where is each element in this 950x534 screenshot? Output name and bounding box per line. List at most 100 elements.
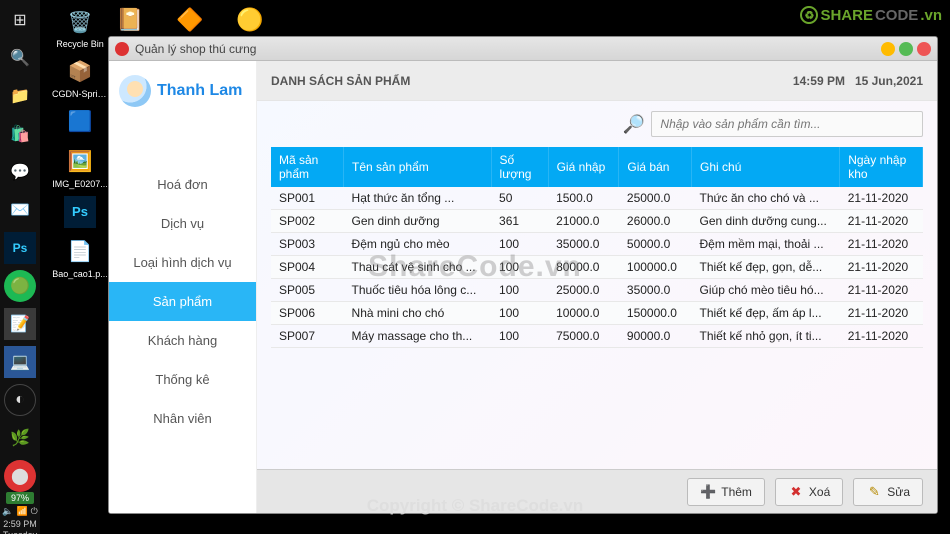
- desktop-icon-5[interactable]: 📄Bao_cao1.p...: [52, 234, 108, 282]
- sidebar-item-4[interactable]: Khách hàng: [109, 321, 256, 360]
- sidebar-item-5[interactable]: Thống kê: [109, 360, 256, 399]
- tray-icon-0[interactable]: 🔈: [2, 506, 13, 517]
- cell: 21-11-2020: [840, 210, 923, 233]
- tray-icon-1[interactable]: 📶: [16, 506, 27, 517]
- taskbar-item-11[interactable]: 🌿: [4, 422, 36, 454]
- titlebar[interactable]: Quản lý shop thú cưng: [109, 37, 937, 61]
- battery-indicator[interactable]: 97%: [6, 492, 34, 504]
- cell: SP007: [271, 325, 344, 348]
- col-header-0[interactable]: Mã sản phẩm: [271, 147, 344, 187]
- sidebar-item-6[interactable]: Nhân viên: [109, 399, 256, 438]
- taskbar-item-1[interactable]: 🔍: [4, 42, 36, 74]
- cell: Gen dinh dưỡng cung...: [692, 210, 840, 233]
- edit-icon: ✎: [866, 484, 882, 500]
- cell: 100: [491, 233, 548, 256]
- taskbar-item-10[interactable]: ◐: [4, 384, 36, 416]
- header-date: 15 Jun,2021: [855, 74, 923, 88]
- page-title: DANH SÁCH SẢN PHẨM: [271, 74, 410, 88]
- cell: Thức ăn cho chó và ...: [692, 187, 840, 210]
- maximize-button[interactable]: [899, 42, 913, 56]
- delete-button[interactable]: ✖ Xoá: [775, 478, 843, 506]
- desktop-top-icon-0[interactable]: 📔: [114, 4, 146, 36]
- desktop-icon-3[interactable]: 🖼️IMG_E0207...: [52, 144, 108, 192]
- desktop-icon-0[interactable]: 🗑️Recycle Bin: [52, 4, 108, 52]
- taskbar-item-0[interactable]: ⊞: [4, 4, 36, 36]
- delete-icon: ✖: [788, 484, 804, 500]
- file-icon: 🗑️: [64, 6, 96, 38]
- cell: Máy massage cho th...: [344, 325, 492, 348]
- cell: 80000.0: [548, 256, 619, 279]
- taskbar-item-7[interactable]: 🟢: [4, 270, 36, 302]
- cell: Nhà mini cho chó: [344, 302, 492, 325]
- tray-icon-2[interactable]: ⏻: [31, 506, 38, 517]
- close-button[interactable]: [917, 42, 931, 56]
- cell: 100: [491, 279, 548, 302]
- sidebar-item-1[interactable]: Dịch vụ: [109, 204, 256, 243]
- avatar: [119, 75, 151, 107]
- taskbar-item-8[interactable]: 📝: [4, 308, 36, 340]
- table-row[interactable]: SP007Máy massage cho th...10075000.09000…: [271, 325, 923, 348]
- cell: 75000.0: [548, 325, 619, 348]
- col-header-5[interactable]: Ghi chú: [692, 147, 840, 187]
- col-header-6[interactable]: Ngày nhập kho: [840, 147, 923, 187]
- cell: 21-11-2020: [840, 233, 923, 256]
- sidebar-item-0[interactable]: Hoá đơn: [109, 165, 256, 204]
- file-icon: 🖼️: [64, 146, 96, 178]
- add-label: Thêm: [721, 485, 752, 499]
- col-header-2[interactable]: Số lượng: [491, 147, 548, 187]
- sidebar-item-3[interactable]: Sản phẩm: [109, 282, 256, 321]
- table-row[interactable]: SP001Hạt thức ăn tổng ...501500.025000.0…: [271, 187, 923, 210]
- desktop-icon-1[interactable]: 📦CGDN-Sprin...: [52, 54, 108, 102]
- cell: Đệm mềm mại, thoải ...: [692, 233, 840, 256]
- desktop-icon-2[interactable]: 🟦: [52, 104, 108, 142]
- desktop-top-icon-2[interactable]: 🟡: [234, 4, 266, 36]
- table-row[interactable]: SP002Gen dinh dưỡng36121000.026000.0Gen …: [271, 210, 923, 233]
- table-row[interactable]: SP003Đệm ngủ cho mèo10035000.050000.0Đệm…: [271, 233, 923, 256]
- taskbar-item-12[interactable]: ⬤: [4, 460, 36, 492]
- cell: Thiết kế đẹp, ấm áp l...: [692, 302, 840, 325]
- file-icon: 📦: [64, 56, 96, 88]
- app-window: Quản lý shop thú cưng Thanh Lam Hoá đơnD…: [108, 36, 938, 514]
- table-row[interactable]: SP006Nhà mini cho chó10010000.0150000.0T…: [271, 302, 923, 325]
- app-icon: 🔶: [174, 4, 206, 36]
- watermark-top-right: ♻ SHARECODE.vn: [800, 6, 942, 24]
- cell: 100: [491, 325, 548, 348]
- col-header-4[interactable]: Giá bán: [619, 147, 692, 187]
- taskbar-item-4[interactable]: 💬: [4, 156, 36, 188]
- edit-button[interactable]: ✎ Sửa: [853, 478, 923, 506]
- desktop-top-icon-1[interactable]: 🔶: [174, 4, 206, 36]
- cell: 50000.0: [619, 233, 692, 256]
- cell: SP003: [271, 233, 344, 256]
- cell: Gen dinh dưỡng: [344, 210, 492, 233]
- col-header-3[interactable]: Giá nhập: [548, 147, 619, 187]
- products-table: Mã sản phẩmTên sản phẩmSố lượngGiá nhậpG…: [271, 147, 923, 348]
- desktop-icon-4[interactable]: Ps: [52, 194, 108, 232]
- taskbar-item-9[interactable]: 💻: [4, 346, 36, 378]
- minimize-button[interactable]: [881, 42, 895, 56]
- cell: Thiết kế nhỏ gọn, ít ti...: [692, 325, 840, 348]
- table-row[interactable]: SP004Thau cát vệ sinh cho ...10080000.01…: [271, 256, 923, 279]
- cell: 21-11-2020: [840, 279, 923, 302]
- taskbar-item-5[interactable]: ✉️: [4, 194, 36, 226]
- taskbar-item-6[interactable]: Ps: [4, 232, 36, 264]
- cell: 26000.0: [619, 210, 692, 233]
- cell: SP002: [271, 210, 344, 233]
- col-header-1[interactable]: Tên sản phẩm: [344, 147, 492, 187]
- cell: 150000.0: [619, 302, 692, 325]
- cell: 21-11-2020: [840, 325, 923, 348]
- main-panel: DANH SÁCH SẢN PHẨM 14:59 PM 15 Jun,2021 …: [257, 61, 937, 513]
- brand-name: Thanh Lam: [157, 82, 242, 100]
- table-row[interactable]: SP005Thuốc tiêu hóa lông c...10025000.03…: [271, 279, 923, 302]
- taskbar-clock[interactable]: 2:59 PM Tuesday 6/15/2021: [0, 519, 40, 534]
- app-icon: 🟡: [234, 4, 266, 36]
- sidebar-item-2[interactable]: Loại hình dịch vụ: [109, 243, 256, 282]
- cell: 100000.0: [619, 256, 692, 279]
- taskbar: ⊞ 🔍 📁 🛍️ 💬 ✉️ Ps 🟢 📝 💻 ◐ 🌿 ⬤ 97% 🔈📶 ⏻ 2:59 PM Tuesday…: [0, 0, 40, 534]
- clock-day: Tuesday: [0, 530, 40, 534]
- cell: Hạt thức ăn tổng ...: [344, 187, 492, 210]
- taskbar-item-3[interactable]: 🛍️: [4, 118, 36, 150]
- taskbar-item-2[interactable]: 📁: [4, 80, 36, 112]
- search-icon: 🔍: [623, 114, 645, 135]
- search-input[interactable]: [651, 111, 923, 137]
- add-button[interactable]: ➕ Thêm: [687, 478, 765, 506]
